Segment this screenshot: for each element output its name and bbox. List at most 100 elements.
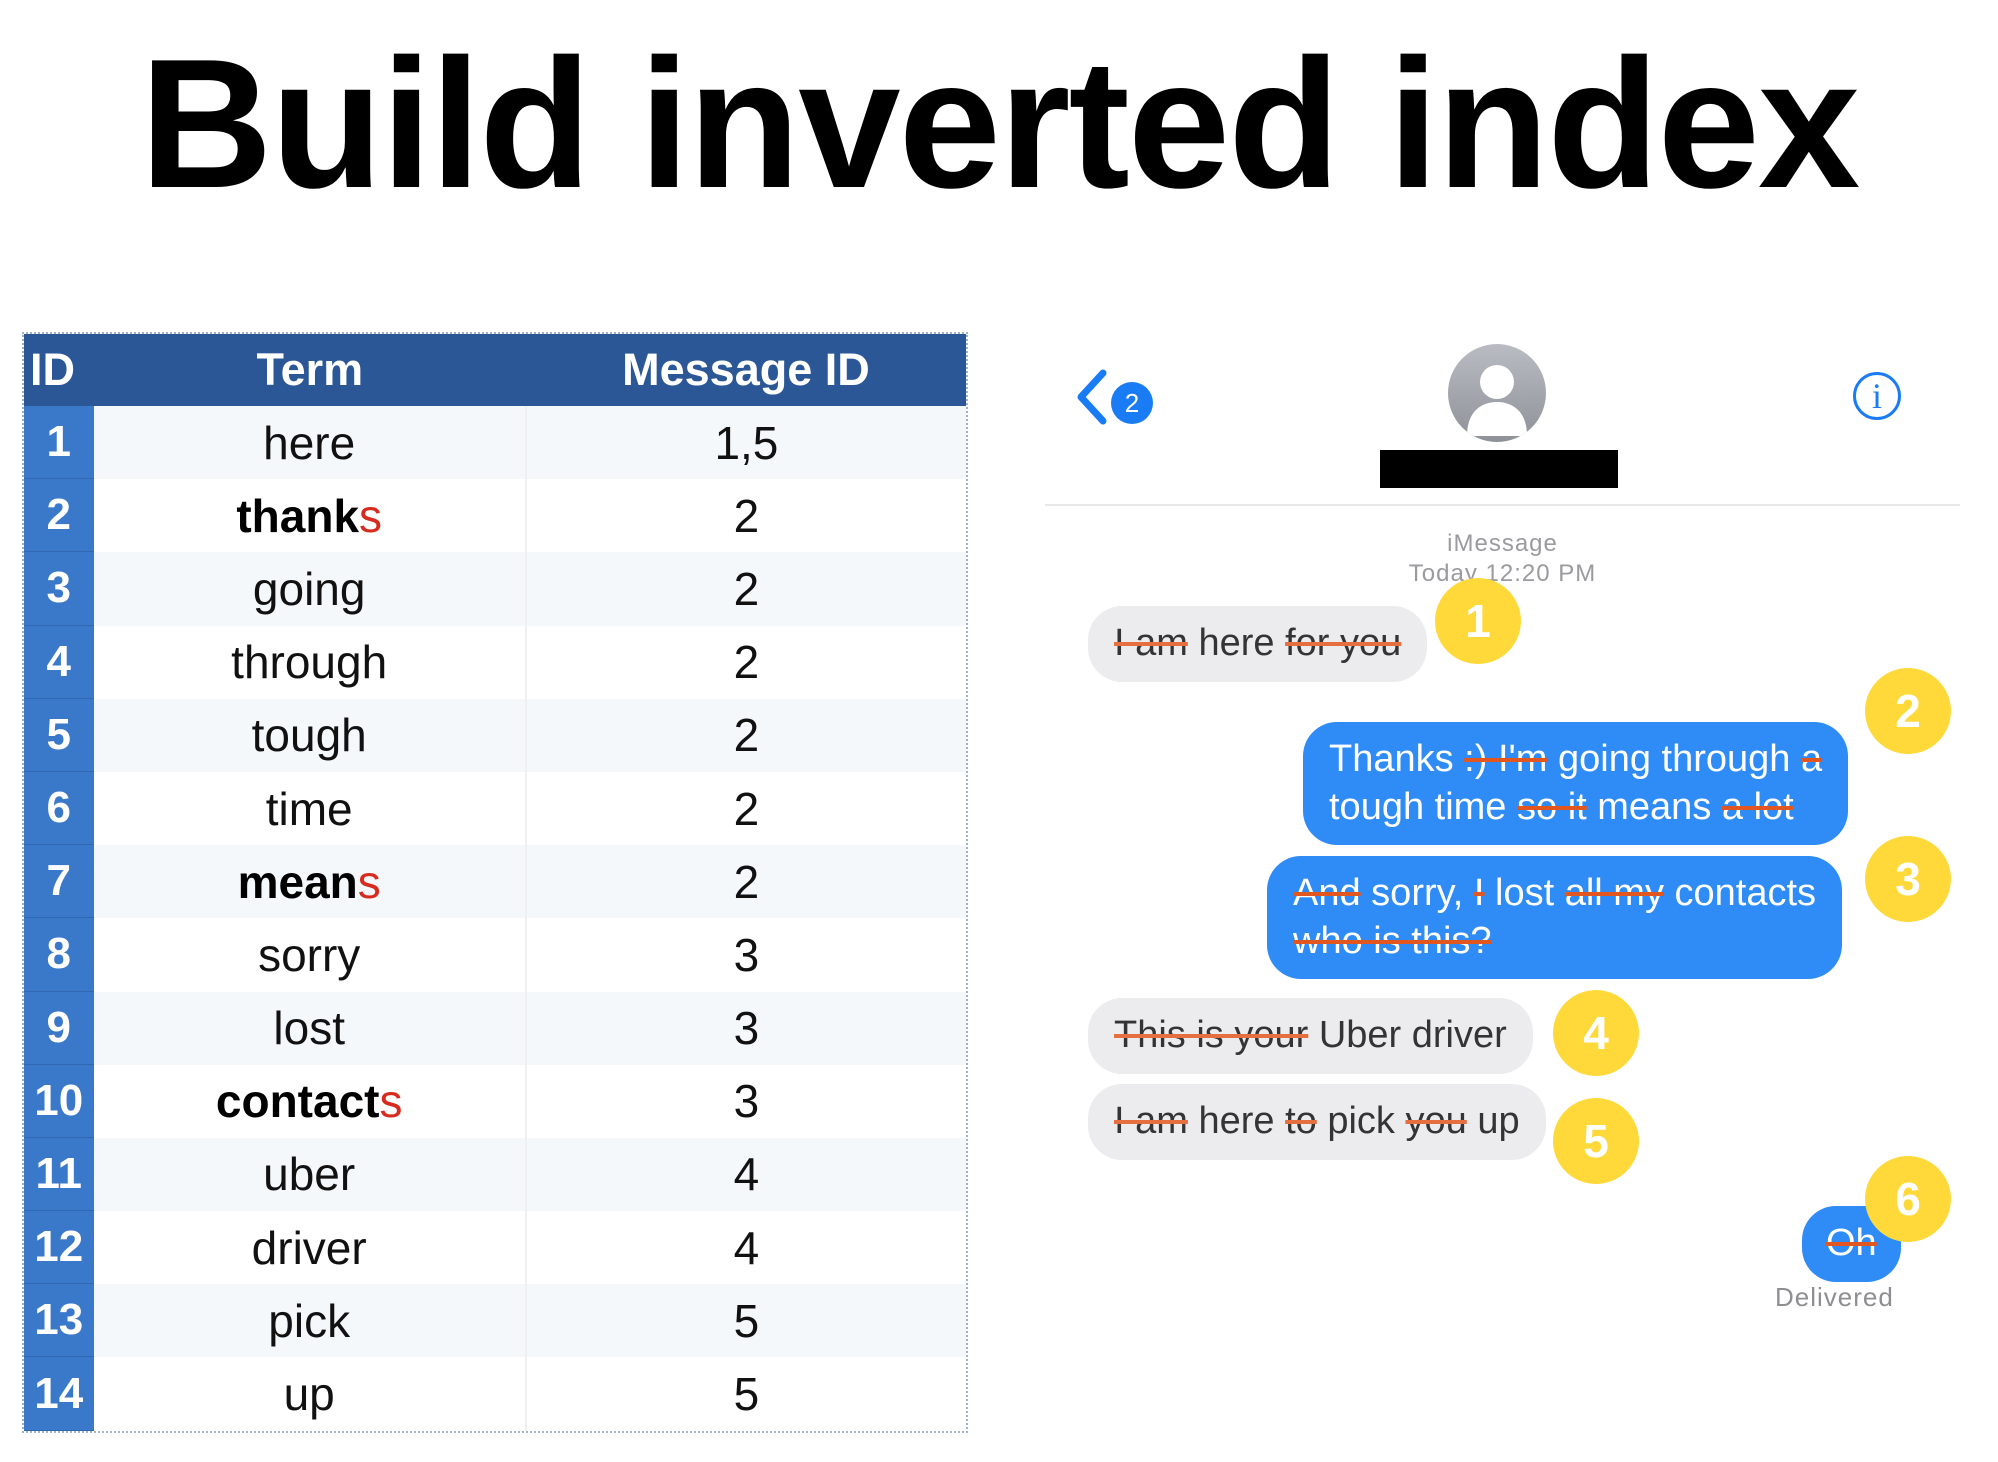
row-id: 4 <box>24 625 94 699</box>
chevron-left-icon <box>1075 366 1109 440</box>
term-stem: mean <box>237 855 358 908</box>
row-message-id: 2 <box>526 845 967 919</box>
back-button[interactable]: 2 <box>1075 366 1153 440</box>
inverted-index-table: ID Term Message ID 1 here 1,5 2 thank s 2 3 goin… <box>22 332 968 1433</box>
row-id: 3 <box>24 552 94 626</box>
message-bubble-4[interactable]: This is your Uber driver <box>1088 998 1533 1074</box>
kept-word-segment: tough time <box>1329 785 1517 828</box>
row-term: through <box>94 625 527 699</box>
row-message-id: 1,5 <box>526 406 967 480</box>
row-term: uber <box>93 1137 527 1212</box>
row-id: 2 <box>24 479 94 553</box>
info-icon[interactable]: i <box>1853 372 1901 420</box>
row-message-id: 5 <box>526 1284 967 1358</box>
header-term: Term <box>256 344 364 395</box>
redacted-contact-name <box>1380 450 1618 488</box>
table-row: 10 contact s 3 <box>24 1064 966 1138</box>
term-stem: driver <box>251 1221 367 1274</box>
row-term: driver <box>94 1211 527 1285</box>
term-stem: uber <box>263 1148 356 1201</box>
message-bubble-2[interactable]: Thanks :) I'm going through a tough time… <box>1303 722 1849 845</box>
table-row: 7 mean s 2 <box>24 845 967 919</box>
person-icon <box>1467 365 1527 436</box>
table-row: 8 sorry 3 <box>24 918 966 992</box>
kept-word-segment: means <box>1586 785 1722 828</box>
stopword-segment: all my <box>1564 872 1664 914</box>
timestamp: Today 12:20 PM <box>1408 560 1597 587</box>
kept-word-segment: here <box>1187 622 1286 664</box>
row-message-id: 4 <box>526 1137 967 1212</box>
row-id: 7 <box>24 845 94 919</box>
kept-word-segment: Thanks <box>1329 738 1465 780</box>
stopword-segment: a <box>1800 738 1823 780</box>
row-term: time <box>94 771 527 846</box>
message-line: This is your Uber driver <box>1114 1012 1507 1060</box>
slide: Build inverted index ID Term Message ID … <box>0 0 1998 1462</box>
table-row: 5 tough 2 <box>24 698 967 772</box>
stopword-segment: :) I'm <box>1464 738 1548 780</box>
term-stem: sorry <box>258 928 361 981</box>
message-line: And sorry, I lost all my contacts <box>1293 870 1816 918</box>
row-term: here <box>93 406 527 480</box>
row-message-id: 2 <box>733 489 760 542</box>
message-line: who is this? <box>1293 918 1816 966</box>
stopword-segment: for you <box>1285 622 1402 664</box>
header-message-id: Message ID <box>622 344 870 395</box>
table-header: ID Term Message ID <box>24 334 966 406</box>
row-message-id: 4 <box>733 1221 760 1274</box>
row-id: 14 <box>24 1357 94 1431</box>
stopword-segment: I am <box>1114 1100 1188 1142</box>
term-stem: lost <box>273 1002 345 1055</box>
kept-word-segment: contacts <box>1663 872 1817 914</box>
term-stem: up <box>283 1368 335 1421</box>
contact-avatar[interactable] <box>1448 344 1546 442</box>
stopword-segment: Oh <box>1826 1222 1877 1264</box>
message-number-badge: 4 <box>1553 990 1639 1076</box>
row-term: pick <box>93 1284 527 1358</box>
table-row: 3 going 2 <box>24 552 967 626</box>
stopword-segment: who is this? <box>1293 919 1492 962</box>
table-row: 4 through 2 <box>24 625 966 699</box>
term-stem: through <box>231 636 388 689</box>
row-message-id: 3 <box>526 991 967 1065</box>
message-line: Oh <box>1826 1220 1877 1268</box>
row-term: going <box>93 552 527 626</box>
stopword-segment: I <box>1473 872 1485 914</box>
message-bubble-3[interactable]: And sorry, I lost all my contacts who is… <box>1267 856 1843 979</box>
term-stem: contact <box>215 1075 380 1128</box>
row-message-id: 2 <box>526 698 967 772</box>
term-stem: tough <box>251 709 367 762</box>
stopword-segment: so it <box>1517 785 1587 828</box>
kept-word-segment: here <box>1187 1100 1286 1142</box>
table-row: 1 here 1,5 <box>24 406 967 480</box>
stopword-segment: you <box>1405 1100 1467 1142</box>
kept-word-segment: up <box>1466 1100 1520 1142</box>
term-suffix: s <box>357 855 381 908</box>
message-number-badge: 2 <box>1865 668 1951 754</box>
row-term: sorry <box>94 918 527 992</box>
table-row: 11 uber 4 <box>24 1137 967 1212</box>
table-row: 6 time 2 <box>24 771 966 846</box>
row-term: tough <box>93 698 527 772</box>
table-row: 9 lost 3 <box>24 991 967 1065</box>
message-number-badge: 3 <box>1865 836 1951 922</box>
row-term: thank s <box>94 479 527 553</box>
kept-word-segment: sorry, <box>1360 872 1474 914</box>
table-row: 14 up 5 <box>24 1357 966 1431</box>
kept-word-segment: going through <box>1547 738 1801 780</box>
row-message-id: 3 <box>733 1075 760 1128</box>
message-line: I am here to pick you up <box>1114 1098 1520 1146</box>
table-body: 1 here 1,5 2 thank s 2 3 going 2 4 through 2 5 tough 2 6… <box>24 406 967 1431</box>
message-line: Thanks :) I'm going through a <box>1329 736 1822 784</box>
row-message-id: 5 <box>733 1368 760 1421</box>
row-id: 8 <box>24 918 94 992</box>
term-suffix: s <box>379 1075 403 1128</box>
slide-title: Build inverted index <box>139 20 1861 226</box>
stopword-segment: a lot <box>1721 785 1794 828</box>
kept-word-segment: Uber driver <box>1308 1014 1507 1056</box>
table-row: 2 thank s 2 <box>24 479 966 553</box>
message-bubble-5[interactable]: I am here to pick you up <box>1088 1084 1546 1160</box>
row-term: lost <box>93 991 527 1065</box>
stopword-segment: I am <box>1114 622 1188 664</box>
message-bubble-1[interactable]: I am here for you <box>1088 606 1428 682</box>
